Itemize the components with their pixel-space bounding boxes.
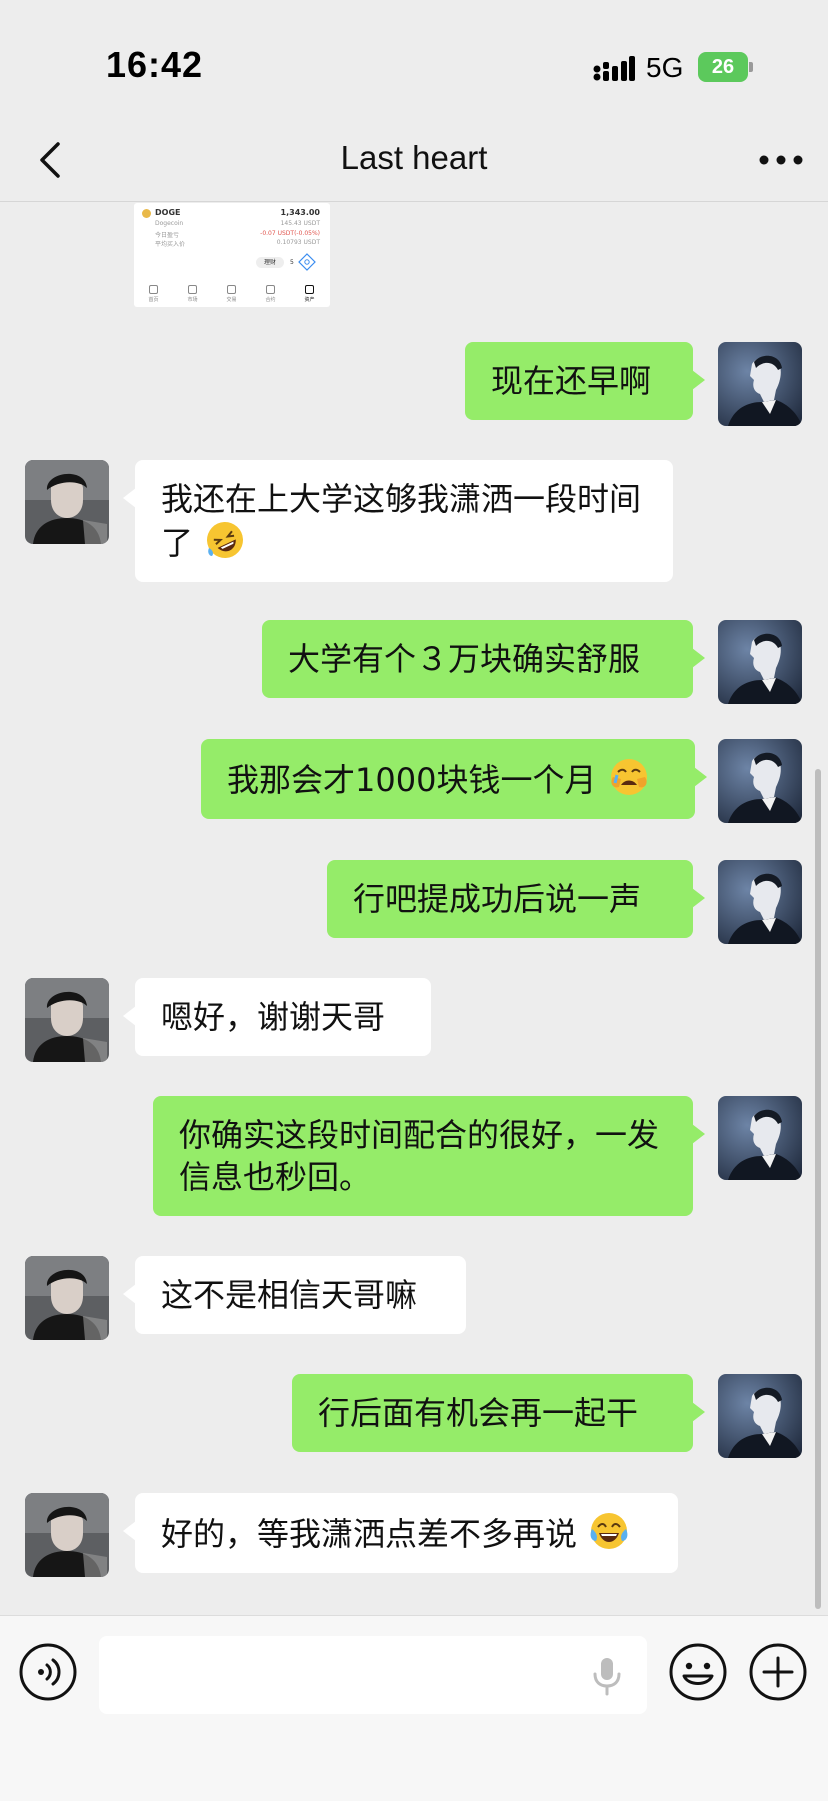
battery-icon: 26 (698, 52, 754, 82)
mic-icon[interactable] (589, 1656, 625, 1696)
avatar-image (718, 620, 802, 704)
my-avatar[interactable] (718, 1374, 802, 1458)
si-bottom-nav: 首页 市场 交易 合约 资产 (134, 281, 330, 307)
voice-button[interactable] (18, 1642, 78, 1702)
chat-area[interactable]: DOGE Dogecoin 1,343.00 145.43 USDT 今日盈亏 … (0, 203, 828, 1615)
message-bubble[interactable]: 我还在上大学这够我潇洒一段时间了 (123, 460, 673, 582)
contact-avatar[interactable] (25, 978, 109, 1062)
message-bubble[interactable]: 你确实这段时间配合的很好，一发信息也秒回。 (153, 1096, 705, 1216)
si-coin-name: Dogecoin (155, 220, 184, 227)
si-action-pill: 理财 (256, 257, 284, 268)
shared-image[interactable]: DOGE Dogecoin 1,343.00 145.43 USDT 今日盈亏 … (134, 203, 330, 307)
crying-emoji-icon (610, 759, 647, 795)
avatar-image (718, 1096, 802, 1180)
my-avatar[interactable] (718, 860, 802, 944)
avatar-image (718, 739, 802, 823)
message-bubble[interactable]: 行后面有机会再一起干 (292, 1374, 705, 1452)
message-text: 现在还早啊 (491, 362, 652, 400)
avatar-image (718, 1374, 802, 1458)
avatar-image (25, 1493, 109, 1577)
si-nav-item: 合约 (251, 281, 290, 303)
input-bar (0, 1615, 828, 1801)
signal-icon (593, 56, 635, 81)
message-text: 我那会才1000块钱一个月 (227, 761, 597, 799)
message-bubble[interactable]: 好的，等我潇洒点差不多再说 (123, 1493, 678, 1573)
contact-avatar[interactable] (25, 1256, 109, 1340)
message-text: 行吧提成功后说一声 (353, 880, 642, 918)
battery-cap (749, 62, 753, 72)
message-text: 大学有个３万块确实舒服 (288, 640, 641, 678)
plus-button[interactable] (748, 1642, 808, 1702)
more-button[interactable] (756, 142, 806, 178)
avatar-image (718, 860, 802, 944)
avatar-image (25, 978, 109, 1062)
si-action-value: 5 (290, 259, 294, 266)
si-amount: 1,343.00 (280, 208, 320, 217)
chat-scrollbar[interactable] (815, 769, 821, 1609)
message-text: 好的，等我潇洒点差不多再说 (161, 1515, 578, 1553)
message-bubble[interactable]: 我那会才1000块钱一个月 (201, 739, 707, 819)
si-pnl-value: -0.07 USDT(-0.05%) (260, 230, 320, 237)
message-bubble[interactable]: 行吧提成功后说一声 (327, 860, 705, 938)
si-nav-item: 交易 (212, 281, 251, 303)
my-avatar[interactable] (718, 739, 802, 823)
avatar-image (25, 1256, 109, 1340)
status-time: 16:42 (106, 44, 204, 85)
si-coin: DOGE (155, 208, 181, 217)
message-bubble[interactable]: 这不是相信天哥嘛 (123, 1256, 466, 1334)
si-pnl-label: 今日盈亏 (155, 232, 180, 239)
tears-of-joy-emoji-icon (590, 1513, 628, 1549)
si-avg-label: 平均买入价 (155, 241, 186, 248)
my-avatar[interactable] (718, 1096, 802, 1180)
message-bubble[interactable]: 嗯好，谢谢天哥 (123, 978, 431, 1056)
message-input[interactable] (99, 1636, 647, 1714)
si-gift-icon (298, 253, 316, 271)
avatar-image (25, 460, 109, 544)
si-amount-usdt: 145.43 USDT (280, 220, 320, 227)
battery-level: 26 (711, 56, 735, 78)
avatar-image (718, 342, 802, 426)
si-nav-item: 资产 (290, 281, 329, 303)
message-bubble[interactable]: 现在还早啊 (465, 342, 705, 420)
message-text: 你确实这段时间配合的很好，一发信息也秒回。 (179, 1116, 660, 1196)
doge-coin-icon (142, 209, 151, 218)
status-bar: 16:42 5G 26 (0, 0, 828, 120)
network-label: 5G (646, 52, 684, 83)
my-avatar[interactable] (718, 620, 802, 704)
si-nav-item: 首页 (134, 281, 173, 303)
si-avg-value: 0.10793 USDT (276, 239, 320, 246)
message-bubble[interactable]: 大学有个３万块确实舒服 (262, 620, 705, 698)
message-text: 嗯好，谢谢天哥 (161, 998, 386, 1036)
page-title: Last heart (340, 139, 488, 176)
contact-avatar[interactable] (25, 1493, 109, 1577)
message-text: 这不是相信天哥嘛 (161, 1276, 418, 1314)
si-nav-item: 市场 (173, 281, 212, 303)
contact-avatar[interactable] (25, 460, 109, 544)
emoji-button[interactable] (668, 1642, 728, 1702)
message-text: 行后面有机会再一起干 (318, 1394, 639, 1432)
rofl-emoji-icon (207, 522, 244, 558)
my-avatar[interactable] (718, 342, 802, 426)
nav-bar: Last heart (0, 120, 828, 202)
